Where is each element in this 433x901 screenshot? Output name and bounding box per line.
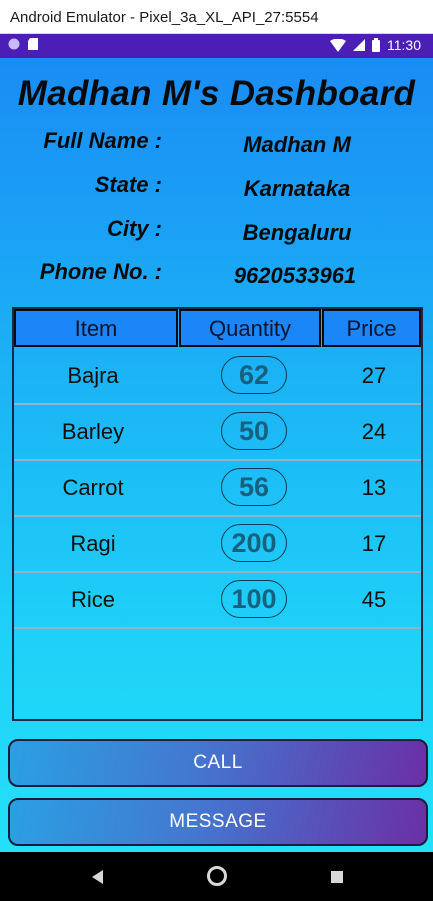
dashboard-title: Madhan M's Dashboard	[17, 74, 416, 113]
phone-value: 9620533961	[233, 263, 357, 288]
cell-signal-icon	[353, 39, 365, 51]
item-name: Barley	[61, 419, 125, 444]
item-name: Carrot	[62, 475, 124, 500]
table-row[interactable]: Carrot 56 13	[14, 461, 421, 517]
sd-card-icon	[28, 38, 38, 50]
item-name: Bajra	[67, 363, 119, 388]
city-value: Bengaluru	[242, 220, 352, 245]
quantity-badge: 56	[221, 468, 287, 506]
item-price: 45	[361, 587, 387, 612]
emulator-window-title: Android Emulator - Pixel_3a_XL_API_27:55…	[10, 9, 319, 26]
wifi-icon	[330, 38, 346, 52]
quantity-badge: 200	[221, 524, 287, 562]
item-price: 24	[361, 419, 387, 444]
table-row[interactable]: Ragi 200 17	[14, 517, 421, 573]
call-button[interactable]: CALL	[8, 739, 428, 787]
android-nav-bar	[0, 852, 433, 901]
quantity-badge: 50	[221, 412, 287, 450]
android-status-bar: 11:30	[0, 34, 433, 58]
header-quantity: Quantity	[179, 309, 321, 347]
battery-icon	[372, 38, 380, 52]
table-header: Item Quantity Price	[14, 309, 421, 349]
items-table: Item Quantity Price Bajra 62 27 Barley 5…	[12, 307, 423, 721]
item-name: Rice	[70, 587, 115, 612]
message-button[interactable]: MESSAGE	[8, 798, 428, 846]
home-icon[interactable]	[207, 866, 227, 886]
state-value: Karnataka	[243, 176, 351, 201]
table-row[interactable]: Bajra 62 27	[14, 349, 421, 405]
status-time: 11:30	[387, 37, 421, 53]
full-name-label: Full Name :	[43, 128, 162, 153]
emulator-title-bar: Android Emulator - Pixel_3a_XL_API_27:55…	[0, 0, 433, 34]
quantity-badge: 62	[221, 356, 287, 394]
back-icon[interactable]	[92, 870, 103, 884]
city-label: City :	[107, 216, 162, 241]
notification-circle-icon	[8, 38, 20, 50]
app-screen: Madhan M's Dashboard Full Name : Madhan …	[0, 58, 433, 852]
item-price: 27	[361, 363, 387, 388]
item-price: 17	[361, 531, 387, 556]
table-row[interactable]: Rice 100 45	[14, 573, 421, 629]
full-name-value: Madhan M	[243, 132, 351, 157]
recent-apps-icon[interactable]	[331, 871, 343, 883]
state-label: State :	[94, 172, 162, 197]
item-price: 13	[361, 475, 387, 500]
phone-label: Phone No. :	[39, 259, 162, 284]
item-name: Ragi	[70, 531, 116, 556]
table-row[interactable]: Barley 50 24	[14, 405, 421, 461]
quantity-badge: 100	[221, 580, 287, 618]
header-item: Item	[14, 309, 178, 347]
header-price: Price	[322, 309, 421, 347]
